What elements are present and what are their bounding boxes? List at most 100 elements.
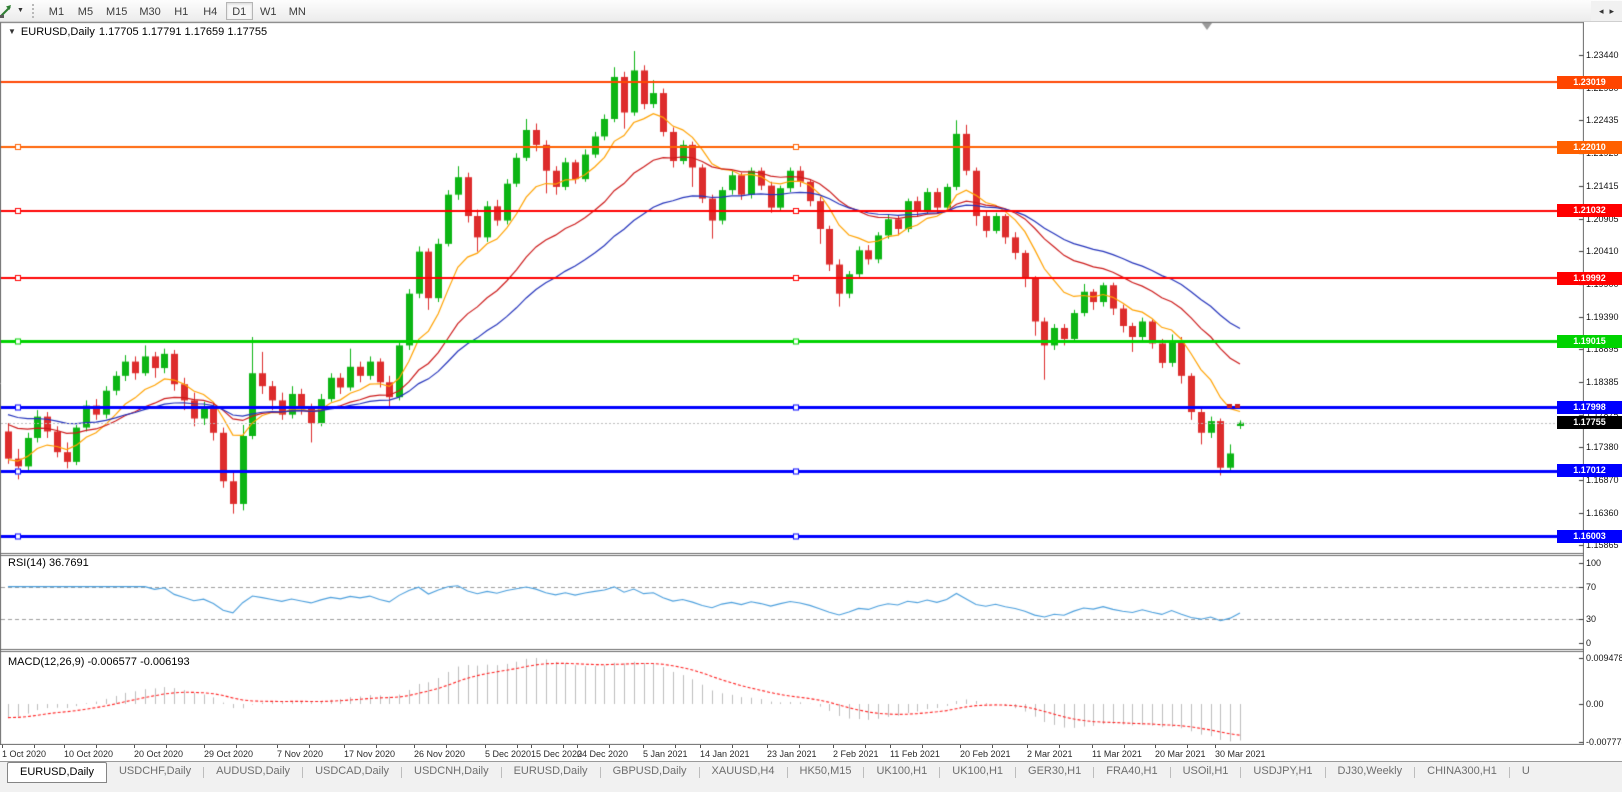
tool-dropdown-caret-icon[interactable]: ▼: [17, 7, 24, 14]
date-tick-mark: [799, 745, 800, 748]
timeframe-button-m5[interactable]: M5: [72, 2, 99, 20]
price-level-label: 1.16003: [1557, 530, 1622, 543]
chart-tab-gbpusd-daily[interactable]: GBPUSD,Daily: [601, 762, 699, 782]
date-tick-mark: [2, 745, 3, 748]
timeframe-button-mn[interactable]: MN: [284, 2, 311, 20]
date-tick-mark: [609, 745, 610, 748]
timeframe-button-w1[interactable]: W1: [255, 2, 282, 20]
timeframe-button-m30[interactable]: M30: [134, 2, 165, 20]
date-tick-mark: [309, 745, 310, 748]
date-tick-mark: [166, 745, 167, 748]
date-tick-label: 15 Dec 2020: [531, 749, 582, 759]
date-tick-mark: [700, 745, 701, 748]
date-tick-mark: [1092, 745, 1093, 748]
timeframe-button-m1[interactable]: M1: [43, 2, 70, 20]
price-tick-label: 1.18385: [1586, 377, 1619, 388]
chart-tab-china300-h1[interactable]: CHINA300,H1: [1415, 762, 1509, 782]
date-tick-label: 23 Jan 2021: [767, 749, 817, 759]
chart-tab-eurusd-daily[interactable]: EURUSD,Daily: [7, 762, 107, 783]
chart-tab-usdcnh-daily[interactable]: USDCNH,Daily: [402, 762, 501, 782]
date-tick-mark: [531, 745, 532, 748]
price-axis[interactable]: 1.234401.229301.224351.219251.214151.209…: [1584, 0, 1622, 745]
tab-scroll-arrows: ◂▸: [1591, 1, 1622, 21]
date-tick-label: 14 Jan 2021: [700, 749, 750, 759]
chart-tab-usoil-h1[interactable]: USOil,H1: [1171, 762, 1241, 782]
date-tick-label: 5 Jan 2021: [643, 749, 688, 759]
date-tick-label: 26 Nov 2020: [414, 749, 465, 759]
chart-title: ▼EURUSD,Daily1.17705 1.17791 1.17659 1.1…: [8, 26, 271, 38]
toolbar-grip[interactable]: [32, 4, 36, 18]
date-tick-mark: [1124, 745, 1125, 748]
date-tick-mark: [96, 745, 97, 748]
mt4-window: { "toolbar": { "timeframes": ["M1","M5",…: [0, 0, 1622, 792]
date-tick-mark: [414, 745, 415, 748]
rsi-tick-label: 100: [1586, 558, 1601, 569]
date-tick-mark: [236, 745, 237, 748]
price-tick-label: 1.22435: [1586, 115, 1619, 126]
chart-collapse-icon[interactable]: ▼: [8, 27, 16, 36]
macd-tick-label: 0.00: [1586, 699, 1604, 710]
price-level-label: 1.17998: [1557, 401, 1622, 414]
chart-tab-usdjpy-h1[interactable]: USDJPY,H1: [1241, 762, 1324, 782]
timeframe-button-m15[interactable]: M15: [101, 2, 132, 20]
date-tick-mark: [643, 745, 644, 748]
date-tick-label: 10 Oct 2020: [64, 749, 113, 759]
chart-tab-usdchf-daily[interactable]: USDCHF,Daily: [107, 762, 203, 782]
date-tick-mark: [890, 745, 891, 748]
chart-tab-ger30-h1[interactable]: GER30,H1: [1016, 762, 1093, 782]
date-tick-mark: [1155, 745, 1156, 748]
price-level-label: 1.23019: [1557, 76, 1622, 89]
date-tick-label: 20 Mar 2021: [1155, 749, 1206, 759]
date-tick-label: 29 Oct 2020: [204, 749, 253, 759]
price-tick-label: 1.16360: [1586, 508, 1619, 519]
chart-tab-uk100-h1[interactable]: UK100,H1: [940, 762, 1015, 782]
price-level-label: 1.22010: [1557, 141, 1622, 154]
date-tick-mark: [732, 745, 733, 748]
chart-tool-icon[interactable]: [0, 3, 14, 19]
date-tick-mark: [1187, 745, 1188, 748]
timeframe-button-h4[interactable]: H4: [197, 2, 224, 20]
rsi-tick-label: 0: [1586, 638, 1591, 649]
date-tick-label: 20 Oct 2020: [134, 749, 183, 759]
chart-tab-hk50-m15[interactable]: HK50,M15: [788, 762, 864, 782]
date-tick-label: 7 Nov 2020: [277, 749, 323, 759]
date-tick-mark: [675, 745, 676, 748]
timeframe-buttons: M1M5M15M30H1H4D1W1MN: [43, 2, 313, 20]
price-level-label: 1.17012: [1557, 464, 1622, 477]
chart-tab-fra40-h1[interactable]: FRA40,H1: [1094, 762, 1169, 782]
tab-scroll-left-icon[interactable]: ◂: [1599, 6, 1604, 16]
date-tick-label: 5 Dec 2020: [485, 749, 531, 759]
date-tick-mark: [577, 745, 578, 748]
date-tick-mark: [64, 745, 65, 748]
chart-tab-bar: EURUSD,DailyUSDCHF,DailyAUDUSD,DailyUSDC…: [0, 761, 1622, 792]
date-tick-mark: [833, 745, 834, 748]
date-tick-label: 30 Mar 2021: [1215, 749, 1266, 759]
chart-tab-audusd-daily[interactable]: AUDUSD,Daily: [204, 762, 302, 782]
timeframe-button-d1[interactable]: D1: [226, 2, 253, 20]
price-tick-label: 1.17380: [1586, 442, 1619, 453]
date-tick-label: 11 Feb 2021: [890, 749, 940, 759]
chart-plot-area[interactable]: [0, 0, 1584, 745]
chart-tab-dj30-weekly[interactable]: DJ30,Weekly: [1326, 762, 1415, 782]
price-tick-label: 1.23440: [1586, 50, 1619, 61]
chart-tab-u[interactable]: U: [1510, 762, 1542, 782]
date-tick-label: 11 Mar 2021: [1092, 749, 1142, 759]
date-tick-mark: [277, 745, 278, 748]
chart-tab-eurusd-daily[interactable]: EURUSD,Daily: [502, 762, 600, 782]
rsi-indicator-label: RSI(14) 36.7691: [8, 557, 89, 569]
chart-tab-uk100-h1[interactable]: UK100,H1: [864, 762, 939, 782]
price-tick-label: 1.19390: [1586, 312, 1619, 323]
date-tick-label: 20 Feb 2021: [960, 749, 1011, 759]
date-tick-mark: [344, 745, 345, 748]
date-tick-mark: [1059, 745, 1060, 748]
timeframe-button-h1[interactable]: H1: [168, 2, 195, 20]
date-tick-label: 1 Oct 2020: [2, 749, 46, 759]
chart-tab-xauusd-h4[interactable]: XAUUSD,H4: [700, 762, 787, 782]
chart-tab-usdcad-daily[interactable]: USDCAD,Daily: [303, 762, 401, 782]
date-tick-mark: [446, 745, 447, 748]
date-tick-mark: [563, 745, 564, 748]
tab-scroll-right-icon[interactable]: ▸: [1609, 6, 1614, 16]
date-axis[interactable]: 1 Oct 2020 10 Oct 2020 20 Oct 2020 29 Oct 2…: [0, 745, 1622, 761]
macd-indicator-label: MACD(12,26,9) -0.006577 -0.006193: [8, 656, 190, 668]
date-tick-label: 2 Feb 2021: [833, 749, 879, 759]
